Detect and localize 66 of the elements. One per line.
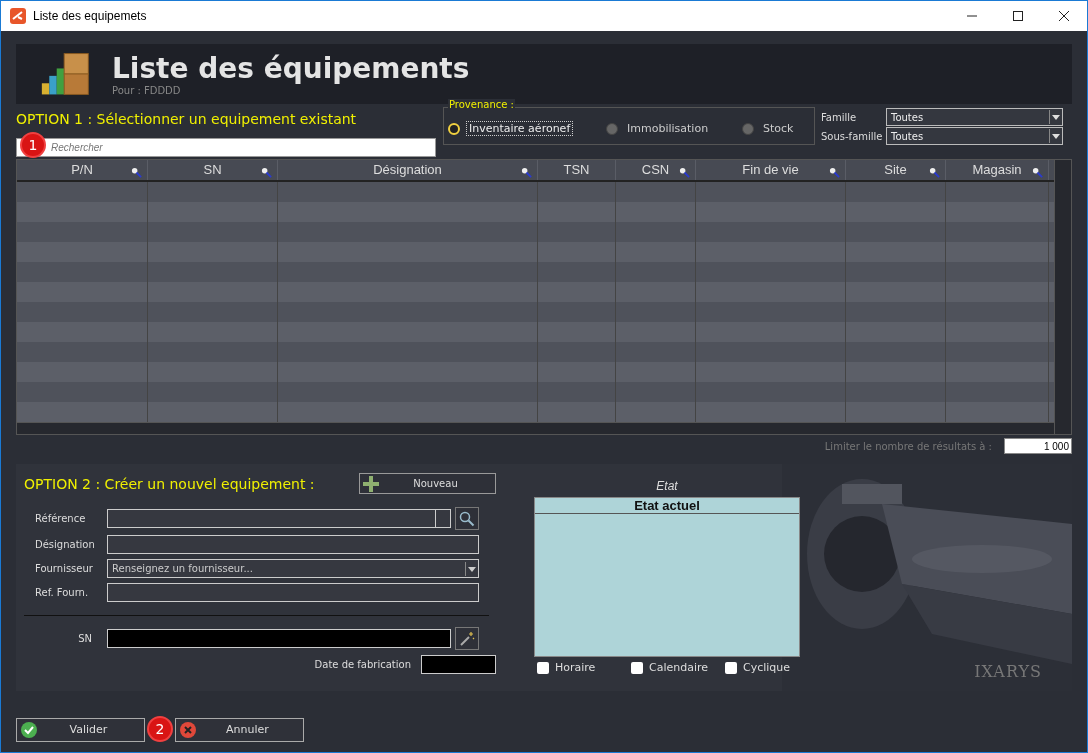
column-header[interactable]: Site (846, 160, 946, 180)
field-label: Date de fabrication (313, 659, 412, 670)
close-icon[interactable] (1059, 11, 1069, 21)
list-header: Etat actuel (535, 498, 799, 514)
maximize-icon[interactable] (1013, 11, 1023, 21)
page-title: Liste des équipements (112, 52, 470, 85)
checkbox-label: Horaire (555, 661, 596, 674)
column-header[interactable]: SN (148, 160, 278, 180)
validate-button[interactable]: Valider (16, 717, 145, 742)
radio-label[interactable]: Immobilisation (624, 121, 712, 136)
date-field[interactable] (421, 655, 496, 674)
limit-label: Limiter le nombre de résultats à : (824, 440, 992, 452)
field-label: Fournisseur (34, 563, 94, 574)
column-header[interactable]: Fin de vie (696, 160, 846, 180)
search-icon[interactable] (1032, 167, 1043, 178)
column-header[interactable]: Magasin (946, 160, 1049, 180)
window-title: Liste des equipemets (33, 9, 147, 23)
checkbox-label: Cyclique (743, 661, 791, 674)
column-header[interactable]: P/N (17, 160, 148, 180)
new-button[interactable]: Nouveau (359, 473, 496, 494)
company-logo: IXARYS (974, 662, 1042, 681)
plus-icon (363, 475, 379, 492)
dropdown-arrow-icon (1049, 129, 1062, 143)
cross-icon (180, 721, 196, 738)
radio-button[interactable] (742, 122, 754, 135)
radio-label[interactable]: Inventaire aéronef (466, 121, 574, 136)
filter-dropdown[interactable]: Toutes (886, 108, 1063, 126)
boxes-chart-icon (40, 50, 92, 98)
step-badge: 1 (20, 132, 46, 158)
search-icon[interactable] (131, 167, 142, 178)
page-subtitle: Pour : FDDDD (112, 84, 182, 96)
dropdown-arrow-icon (465, 561, 478, 576)
filter-label: Sous-famille (821, 130, 884, 142)
field-label: Ref. Fourn. (34, 587, 90, 598)
checkbox[interactable] (725, 661, 737, 674)
checkbox[interactable] (631, 661, 643, 674)
search-icon[interactable] (261, 167, 272, 178)
step-badge: 2 (147, 716, 173, 742)
filter-label: Famille (821, 111, 858, 123)
search-icon[interactable] (679, 167, 690, 178)
field-label: Référence (34, 513, 87, 524)
search-button[interactable] (455, 507, 479, 530)
search-icon[interactable] (829, 167, 840, 178)
section-heading: OPTION 1 : Sélectionner un equipement existant (16, 111, 358, 127)
column-header[interactable]: CSN (616, 160, 696, 180)
checkbox[interactable] (537, 661, 549, 674)
group-label: Provenance : (448, 99, 515, 110)
field-label: Désignation (34, 539, 96, 550)
section-heading: OPTION 2 : Créer un nouvel equipement : (24, 475, 315, 492)
radio-label[interactable]: Stock (760, 121, 797, 136)
checkbox-label: Calendaire (649, 661, 709, 674)
search-icon[interactable] (521, 167, 532, 178)
check-icon (21, 721, 37, 738)
supplier-dropdown[interactable]: Renseignez un fournisseur... (107, 559, 479, 578)
dropdown-arrow-icon (1049, 110, 1062, 124)
cancel-button[interactable]: Annuler (175, 717, 304, 742)
search-icon[interactable] (929, 167, 940, 178)
field-label: SN (77, 633, 93, 644)
column-header[interactable]: Désignation (278, 160, 538, 180)
magic-wand-button[interactable] (455, 627, 479, 650)
state-caption: Etat (656, 479, 678, 493)
filter-dropdown[interactable]: Toutes (886, 127, 1063, 145)
radio-button[interactable] (606, 122, 618, 135)
app-icon (10, 8, 26, 24)
column-header[interactable]: TSN (538, 160, 616, 180)
limit-field[interactable]: 1 000 (1004, 438, 1072, 454)
